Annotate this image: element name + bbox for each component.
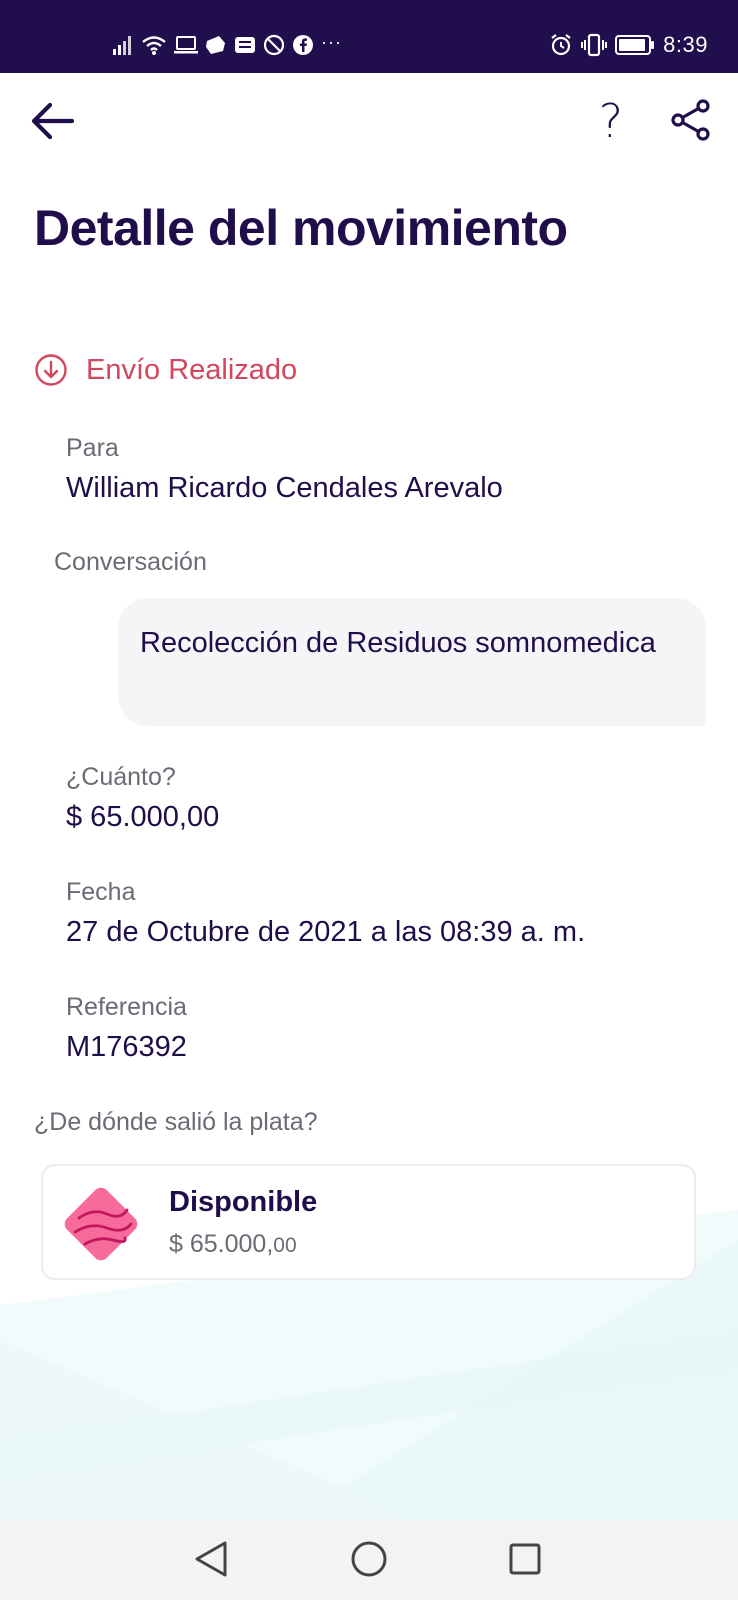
arrow-left-icon [30, 101, 75, 146]
arrow-down-circle-icon [34, 353, 68, 387]
conversation-message-bubble: Recolección de Residuos somnomedica [118, 598, 706, 726]
status-bar-notifications: ··· [112, 30, 342, 60]
conversation-label: Conversación [54, 548, 207, 576]
conversation-message: Recolección de Residuos somnomedica [140, 627, 656, 659]
amount-label: ¿Cuánto? [66, 763, 176, 791]
nav-recents-icon [508, 1542, 542, 1581]
vibrate-icon [581, 33, 608, 57]
reference-value: M176392 [66, 1031, 187, 1063]
movement-status: Envío Realizado [34, 350, 297, 390]
movement-status-text: Envío Realizado [86, 353, 298, 386]
status-bar-time: 8:39 [663, 32, 708, 57]
nav-recents-button[interactable] [500, 1536, 550, 1586]
alarm-icon [549, 33, 573, 57]
source-account-name: Disponible [169, 1186, 318, 1218]
nav-back-icon [193, 1540, 229, 1583]
recipient-value: William Ricardo Cendales Arevalo [66, 472, 503, 504]
date-label: Fecha [66, 878, 136, 906]
date-value: 27 de Octubre de 2021 a las 08:39 a. m. [66, 916, 586, 948]
signal-icon [112, 34, 134, 56]
source-amount-main: $ 65.000, [169, 1230, 274, 1258]
nav-home-icon [350, 1540, 388, 1583]
blocked-icon [263, 34, 285, 56]
source-account-amount: $ 65.000,00 [169, 1230, 297, 1259]
share-icon [670, 98, 712, 146]
message-icon [234, 35, 256, 55]
page-title: Detalle del movimiento [34, 200, 568, 256]
nav-home-button[interactable] [344, 1536, 394, 1586]
laptop-icon [174, 35, 198, 55]
source-question: ¿De dónde salió la plata? [34, 1108, 318, 1136]
facebook-icon [292, 34, 314, 56]
more-notifications-indicator: ··· [321, 31, 342, 52]
amount-value: $ 65.000,00 [66, 801, 220, 833]
back-button[interactable] [26, 97, 78, 149]
pocket-card-icon [57, 1180, 145, 1268]
reference-label: Referencia [66, 993, 187, 1021]
app-icon [205, 35, 227, 55]
top-app-bar: ? [0, 73, 738, 173]
source-account-card[interactable]: Disponible $ 65.000,00 [41, 1164, 696, 1280]
source-amount-cents: 00 [273, 1234, 297, 1257]
status-bar-system: 8:39 [549, 30, 708, 60]
system-navigation-bar [0, 1520, 738, 1600]
share-button[interactable] [666, 95, 716, 149]
recipient-label: Para [66, 434, 119, 462]
status-bar: ··· 8:39 [0, 0, 738, 73]
nav-back-button[interactable] [186, 1536, 236, 1586]
battery-icon [615, 34, 655, 56]
wifi-icon [141, 34, 167, 56]
help-button[interactable]: ? [586, 93, 636, 149]
